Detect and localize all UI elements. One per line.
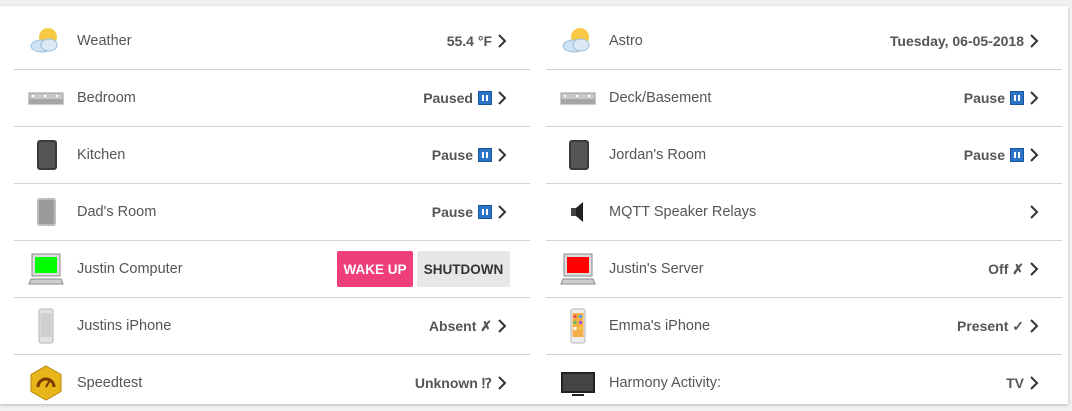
row-justins-iphone[interactable]: Justins iPhone Absent ✗ — [14, 298, 530, 355]
chevron-right-icon[interactable] — [1026, 90, 1042, 106]
computer-icon — [28, 251, 64, 287]
row-state: Paused — [423, 90, 492, 106]
chevron-right-icon[interactable] — [494, 147, 510, 163]
speedtest-icon — [28, 365, 64, 401]
row-justins-server[interactable]: Justin's Server Off ✗ — [546, 241, 1062, 298]
playbar-speaker-icon — [560, 80, 596, 116]
row-jordans-room[interactable]: Jordan's Room Pause — [546, 127, 1062, 184]
row-label: Dad's Room — [77, 204, 157, 220]
row-speedtest[interactable]: Speedtest Unknown ⁉ — [14, 355, 530, 411]
row-label: Kitchen — [77, 147, 126, 163]
row-label: Deck/Basement — [609, 90, 712, 106]
pause-icon[interactable] — [478, 205, 492, 219]
weather-icon — [28, 23, 64, 59]
row-state: Pause — [964, 90, 1024, 106]
chevron-right-icon[interactable] — [1026, 261, 1042, 277]
row-state: Pause — [964, 147, 1024, 163]
row-mqtt-speaker-relays[interactable]: MQTT Speaker Relays — [546, 184, 1062, 241]
playbar-speaker-icon — [28, 80, 64, 116]
chevron-right-icon[interactable] — [1026, 147, 1042, 163]
play1-speaker-icon — [560, 137, 596, 173]
row-deck-basement[interactable]: Deck/Basement Pause — [546, 70, 1062, 127]
row-label: Weather — [77, 33, 132, 49]
row-label: Harmony Activity: — [609, 375, 721, 391]
row-weather[interactable]: Weather 55.4 °F — [14, 13, 530, 70]
row-bedroom[interactable]: Bedroom Paused — [14, 70, 530, 127]
row-label: MQTT Speaker Relays — [609, 204, 757, 220]
shutdown-button[interactable]: SHUTDOWN — [417, 251, 510, 287]
row-state: Present ✓ — [957, 317, 1024, 334]
speaker-relay-icon — [560, 194, 596, 230]
row-state: Off ✗ — [988, 260, 1024, 277]
chevron-right-icon[interactable] — [494, 375, 510, 391]
row-state: Unknown ⁉ — [414, 374, 492, 391]
pause-icon[interactable] — [1010, 148, 1024, 162]
row-dads-room[interactable]: Dad's Room Pause — [14, 184, 530, 241]
iphone-color-icon — [560, 308, 596, 344]
row-label: Astro — [609, 33, 643, 49]
weather-icon — [560, 23, 596, 59]
wake-up-button[interactable]: WAKE UP — [337, 251, 413, 287]
row-astro[interactable]: Astro Tuesday, 06-05-2018 — [546, 13, 1062, 70]
play1-speaker-icon — [28, 137, 64, 173]
row-label: Justin Computer — [77, 261, 183, 277]
chevron-right-icon[interactable] — [1026, 375, 1042, 391]
tv-icon — [560, 365, 596, 401]
iphone-icon — [28, 308, 64, 344]
chevron-right-icon[interactable] — [1026, 318, 1042, 334]
row-kitchen[interactable]: Kitchen Pause — [14, 127, 530, 184]
row-justin-computer: Justin Computer WAKE UP SHUTDOWN — [14, 241, 530, 298]
chevron-right-icon[interactable] — [494, 90, 510, 106]
server-icon — [560, 251, 596, 287]
play1-white-speaker-icon — [28, 194, 64, 230]
right-column: Astro Tuesday, 06-05-2018 Deck/Basement … — [546, 13, 1062, 411]
row-state: 55.4 °F — [446, 33, 492, 49]
row-label: Speedtest — [77, 375, 143, 391]
row-state: Absent ✗ — [428, 317, 492, 334]
row-state: Pause — [432, 204, 492, 220]
row-label: Emma's iPhone — [609, 318, 711, 334]
row-label: Bedroom — [77, 90, 136, 106]
row-state: Tuesday, 06-05-2018 — [889, 33, 1024, 49]
chevron-right-icon[interactable] — [494, 33, 510, 49]
chevron-right-icon[interactable] — [494, 204, 510, 220]
device-panel: Weather 55.4 °F Bedroom Paused Kitchen P… — [0, 6, 1068, 404]
row-state: Pause — [432, 147, 492, 163]
row-state: TV — [1006, 375, 1024, 391]
row-label: Justins iPhone — [77, 318, 172, 334]
chevron-right-icon[interactable] — [494, 318, 510, 334]
row-label: Jordan's Room — [609, 147, 707, 163]
pause-icon[interactable] — [478, 148, 492, 162]
chevron-right-icon[interactable] — [1026, 33, 1042, 49]
chevron-right-icon[interactable] — [1026, 204, 1042, 220]
pause-icon[interactable] — [1010, 91, 1024, 105]
left-column: Weather 55.4 °F Bedroom Paused Kitchen P… — [14, 13, 530, 411]
row-emmas-iphone[interactable]: Emma's iPhone Present ✓ — [546, 298, 1062, 355]
row-harmony-activity[interactable]: Harmony Activity: TV — [546, 355, 1062, 411]
pause-icon[interactable] — [478, 91, 492, 105]
row-label: Justin's Server — [609, 261, 704, 277]
